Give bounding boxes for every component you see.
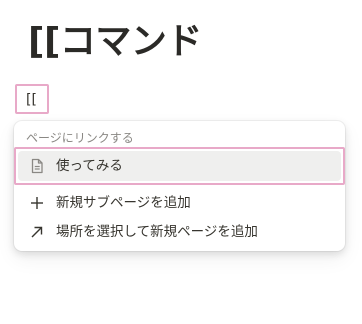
menu-item-label: 場所を選択して新規ページを追加 (56, 224, 258, 240)
arrow-up-right-icon (28, 223, 46, 241)
menu-item-label: 新規サブページを追加 (56, 195, 191, 211)
page-icon (28, 157, 46, 175)
page-title[interactable]: [[コマンド (28, 16, 202, 68)
menu-item-add-page-choose-location[interactable]: 場所を選択して新規ページを追加 (18, 217, 341, 247)
plus-icon (28, 194, 46, 212)
menu-item-get-started-page[interactable]: 使ってみる (14, 147, 345, 185)
menu-section-label: ページにリンクする (26, 131, 134, 145)
menu-item-content: 場所を選択して新規ページを追加 (18, 217, 341, 247)
editor-input-block[interactable]: [[ (15, 84, 49, 114)
notion-page: [[コマンド [[ ページにリンクする 使ってみる 新規サブページを追加 場所を… (0, 0, 362, 324)
menu-item-add-subpage[interactable]: 新規サブページを追加 (18, 188, 341, 218)
editor-input-text: [[ (26, 92, 37, 108)
menu-item-highlight: 使ってみる (18, 151, 341, 181)
link-to-page-menu: ページにリンクする 使ってみる 新規サブページを追加 場所を選択して新規ページを… (14, 121, 345, 251)
menu-item-label: 使ってみる (56, 158, 123, 174)
menu-item-content: 新規サブページを追加 (18, 188, 341, 218)
